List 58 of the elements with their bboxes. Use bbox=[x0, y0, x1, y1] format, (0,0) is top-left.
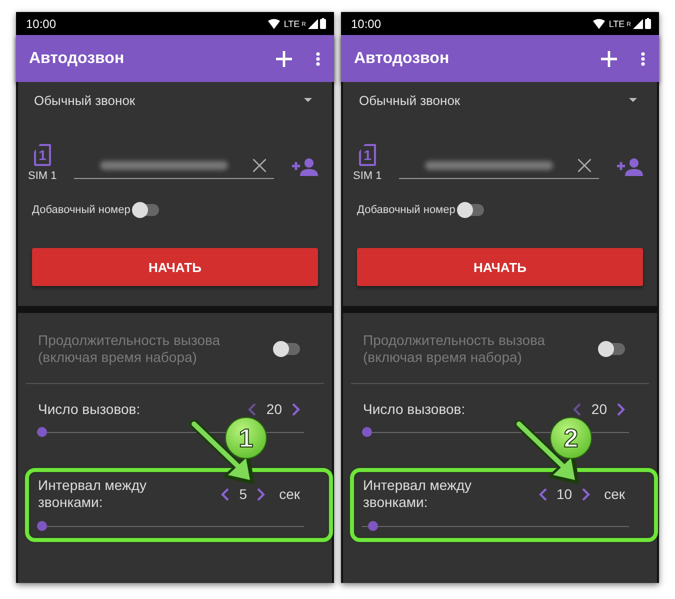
sim-card-icon[interactable]: 1 bbox=[34, 144, 51, 166]
battery-icon bbox=[320, 18, 326, 29]
app-title: Автодозвон bbox=[354, 50, 450, 68]
interval-value: 5 bbox=[239, 486, 248, 502]
interval-unit: сек bbox=[279, 486, 300, 502]
wifi-icon bbox=[592, 18, 605, 28]
call-type-dropdown[interactable]: Обычный звонок bbox=[357, 92, 643, 108]
add-icon[interactable] bbox=[276, 50, 292, 66]
duration-label: Продолжительность вызова (включая время набора) bbox=[363, 332, 546, 366]
calls-value: 20 bbox=[266, 401, 282, 417]
extension-label: Добавочный номер bbox=[357, 204, 456, 216]
interval-label: Интервал между звонками: bbox=[363, 477, 473, 511]
extension-label: Добавочный номер bbox=[32, 204, 130, 216]
chevron-left-icon[interactable] bbox=[248, 402, 256, 416]
slider-thumb[interactable] bbox=[37, 521, 47, 531]
chevron-right-icon[interactable] bbox=[582, 488, 590, 500]
toggle-switch[interactable] bbox=[133, 204, 160, 216]
chevron-right-icon[interactable] bbox=[257, 488, 266, 500]
interval-label: Интервал между звонками: bbox=[38, 477, 148, 511]
start-button[interactable]: НАЧАТЬ bbox=[357, 248, 643, 286]
interval-unit: сек bbox=[604, 486, 625, 502]
dropdown-caret-icon bbox=[629, 98, 637, 102]
battery-icon bbox=[645, 18, 651, 29]
status-time: 10:00 bbox=[26, 16, 56, 30]
clear-icon[interactable] bbox=[578, 158, 591, 172]
status-time: 10:00 bbox=[351, 16, 382, 30]
signal-icon bbox=[633, 18, 643, 28]
chevron-right-icon[interactable] bbox=[292, 402, 300, 416]
wifi-icon bbox=[268, 18, 280, 28]
add-icon[interactable] bbox=[601, 50, 617, 66]
calls-value: 20 bbox=[591, 401, 607, 417]
calls-label: Число вызовов: bbox=[38, 401, 140, 417]
sim-card-icon[interactable]: 1 bbox=[359, 144, 376, 166]
more-icon[interactable] bbox=[316, 52, 320, 66]
app-title: Автодозвон bbox=[29, 50, 126, 68]
duration-label: Продолжительность вызова (включая время набора) bbox=[38, 332, 222, 366]
slider-thumb[interactable] bbox=[368, 521, 378, 531]
add-contact-icon[interactable] bbox=[292, 158, 318, 176]
sim-label: SIM 1 bbox=[353, 170, 382, 182]
clear-icon[interactable] bbox=[253, 158, 266, 172]
calls-label: Число вызовов: bbox=[363, 401, 466, 417]
start-button[interactable]: НАЧАТЬ bbox=[32, 248, 318, 286]
add-contact-icon[interactable] bbox=[617, 158, 643, 176]
more-icon[interactable] bbox=[641, 52, 645, 66]
chevron-right-icon[interactable] bbox=[617, 402, 625, 416]
interval-value: 10 bbox=[556, 486, 572, 502]
network-type: LTE bbox=[284, 18, 300, 28]
signal-icon bbox=[308, 18, 318, 28]
call-type-dropdown[interactable]: Обычный звонок bbox=[32, 92, 318, 108]
sim-label: SIM 1 bbox=[28, 170, 57, 182]
dropdown-caret-icon bbox=[304, 98, 312, 102]
chevron-left-icon[interactable] bbox=[573, 402, 582, 416]
slider-thumb[interactable] bbox=[37, 427, 47, 437]
chevron-left-icon[interactable] bbox=[538, 488, 546, 500]
chevron-left-icon[interactable] bbox=[221, 488, 230, 500]
network-type: LTE bbox=[608, 18, 625, 28]
slider-thumb[interactable] bbox=[362, 427, 372, 437]
toggle-switch[interactable] bbox=[458, 204, 484, 216]
